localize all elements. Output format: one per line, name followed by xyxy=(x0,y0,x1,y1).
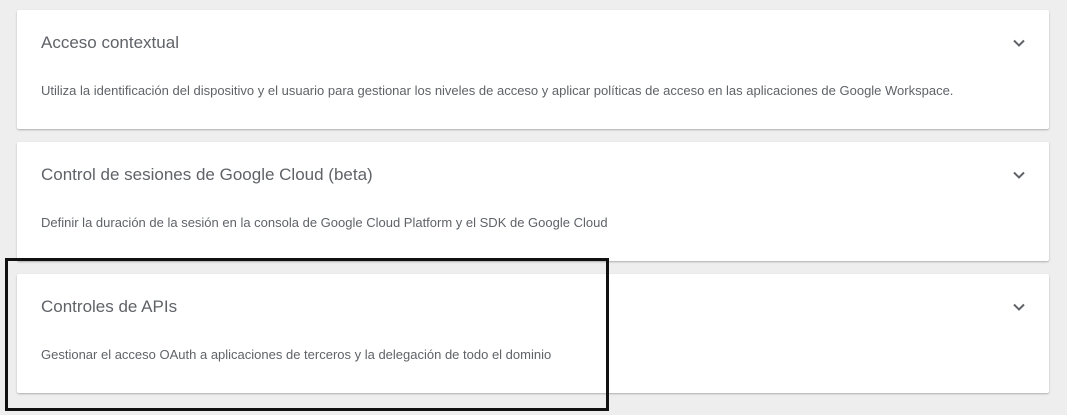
card-title: Control de sesiones de Google Cloud (bet… xyxy=(41,165,373,184)
card-title: Controles de APIs xyxy=(41,297,178,316)
card-acceso-contextual[interactable]: Acceso contextual Utiliza la identificac… xyxy=(17,10,1049,129)
security-settings-page: Acceso contextual Utiliza la identificac… xyxy=(0,0,1067,415)
card-description: Definir la duración de la sesión en la c… xyxy=(41,215,608,230)
card-description: Utiliza la identificación del dispositiv… xyxy=(41,83,954,98)
card-controles-de-apis[interactable]: Controles de APIs Gestionar el acceso OA… xyxy=(17,274,1049,393)
card-title: Acceso contextual xyxy=(41,33,179,52)
chevron-down-icon[interactable] xyxy=(1011,299,1027,315)
card-control-sesiones-google-cloud[interactable]: Control de sesiones de Google Cloud (bet… xyxy=(17,142,1049,261)
card-description: Gestionar el acceso OAuth a aplicaciones… xyxy=(41,347,552,362)
chevron-down-icon[interactable] xyxy=(1011,35,1027,51)
chevron-down-icon[interactable] xyxy=(1011,167,1027,183)
